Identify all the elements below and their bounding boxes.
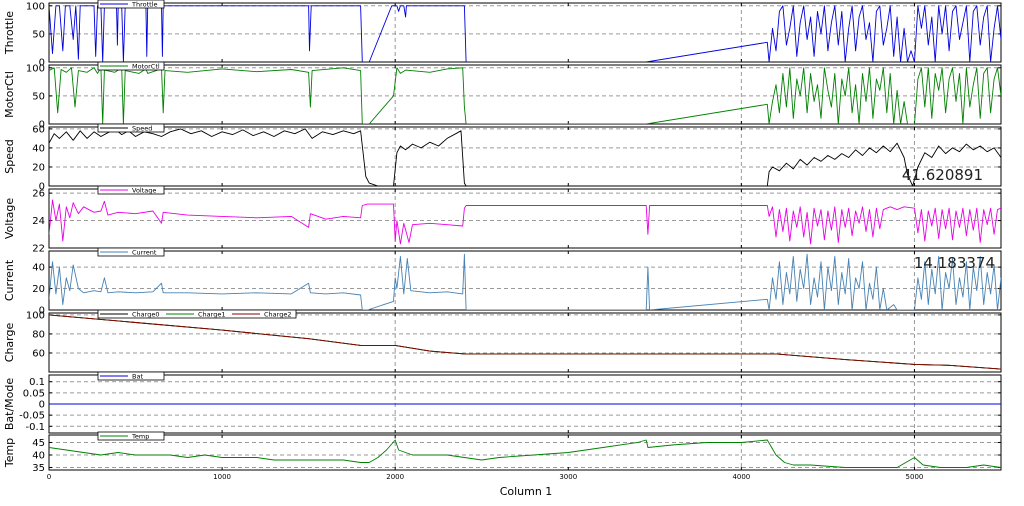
y-axis-label-current: Current [3,259,16,301]
panel-current: 02040CurrentCurrent 14.183374 [3,247,1002,317]
readout-speed: 41.620891 [902,166,983,184]
legend-label-voltage: Voltage [132,187,156,195]
xtick-label: 0 [47,473,51,481]
ytick-label-motorctl: 100 [26,63,45,74]
chart-svg: 0 50 100 Throttle Throttle 0 50 100 MotorCtl Moto… [3,0,1002,498]
panel-throttle: 050100 ThrottleThrottle [3,0,1002,69]
ytick-label-speed: 40 [32,143,45,154]
legend-label-bat: Bat [132,373,143,381]
y-axis-label-batmode: Bat/Mode [3,378,16,431]
panel-frame-charge [48,312,1002,373]
y-axis-label-speed: Speed [3,139,16,173]
ytick-label-speed: 60 [32,124,45,135]
legend-label-charge1: Charge1 [198,311,225,319]
legend-label-charge0: Charge0 [132,311,159,319]
panel-temp: 3540 45 Temp Temp [3,431,1002,474]
readout-current: 14.183374 [914,254,995,272]
panel-motorctl: 050100 MotorCtlMotorCtl [3,61,1002,131]
ytick-label-charge: 100 [26,310,45,321]
ytick-label-temp: 45 [32,438,45,449]
y-axis-label-throttle: Throttle [3,11,16,55]
panel-frame-speed [48,126,1002,187]
ytick-label-current: 40 [32,263,45,274]
x-axis-label: Column 1 [500,485,553,498]
ytick-label-batmode: 0 [39,400,45,411]
panel-frame-temp [48,434,1002,471]
ytick-label-temp: 35 [32,463,45,474]
panel-voltage: 22 24 26 Voltage Voltage [3,185,1002,255]
chart-figure: 0 50 100 Throttle Throttle 0 50 100 MotorCtl Moto… [0,0,1024,502]
ytick-label-batmode: 0.1 [29,377,45,388]
x-axis: 0 1000 2000 3000 4000 5000 [47,473,924,481]
legend-label-current: Current [132,249,157,257]
xtick-label: 4000 [732,473,750,481]
ytick-label-throttle: 50 [32,29,45,40]
xtick-label: 5000 [906,473,924,481]
panel-frame-throttle [48,2,1002,63]
y-axis-label-motorctl: MotorCtl [3,71,16,118]
ytick-label-batmode: -0.1 [25,422,45,433]
legend-label-charge2: Charge2 [264,311,291,319]
xtick-label: 2000 [386,473,404,481]
ytick-label-charge: 60 [32,348,45,359]
ytick-label-temp: 40 [32,451,45,462]
y-axis-label-voltage: Voltage [3,198,16,239]
ytick-label-voltage: 24 [32,216,45,227]
legend-label-speed: Speed [132,125,152,133]
panel-charge: 60 80 100 Charge0 Charge1 Charge2 Charge [3,309,1002,373]
ytick-label-speed: 20 [32,162,45,173]
ytick-label-voltage: 26 [32,189,45,200]
xtick-label: 3000 [559,473,577,481]
ytick-label-batmode: -0.05 [19,411,45,422]
legend-label-throttle: Throttle [131,1,158,9]
xtick-label: 1000 [213,473,231,481]
panel-speed: 0204060 SpeedSpeed41.620891 [3,123,1002,193]
ytick-label-motorctl: 50 [32,91,45,102]
ytick-label-charge: 80 [32,329,45,340]
panels-group: 050100 ThrottleThrottle050100 MotorCtlMoto… [3,0,1002,474]
ytick-label-throttle: 100 [26,1,45,12]
y-axis-label-temp: Temp [3,438,16,468]
ytick-label-current: 20 [32,284,45,295]
ytick-label-batmode: 0.05 [23,388,45,399]
panel-batmode: -0.1-0.0500.050.1 Bat Bat/Mode [3,371,1002,434]
legend-label-temp: Temp [131,433,149,441]
ytick-label-voltage: 22 [32,244,45,255]
panel-frame-current [48,250,1002,311]
legend-label-motorctl: MotorCtl [132,63,160,71]
y-axis-label-charge: Charge [3,323,16,363]
